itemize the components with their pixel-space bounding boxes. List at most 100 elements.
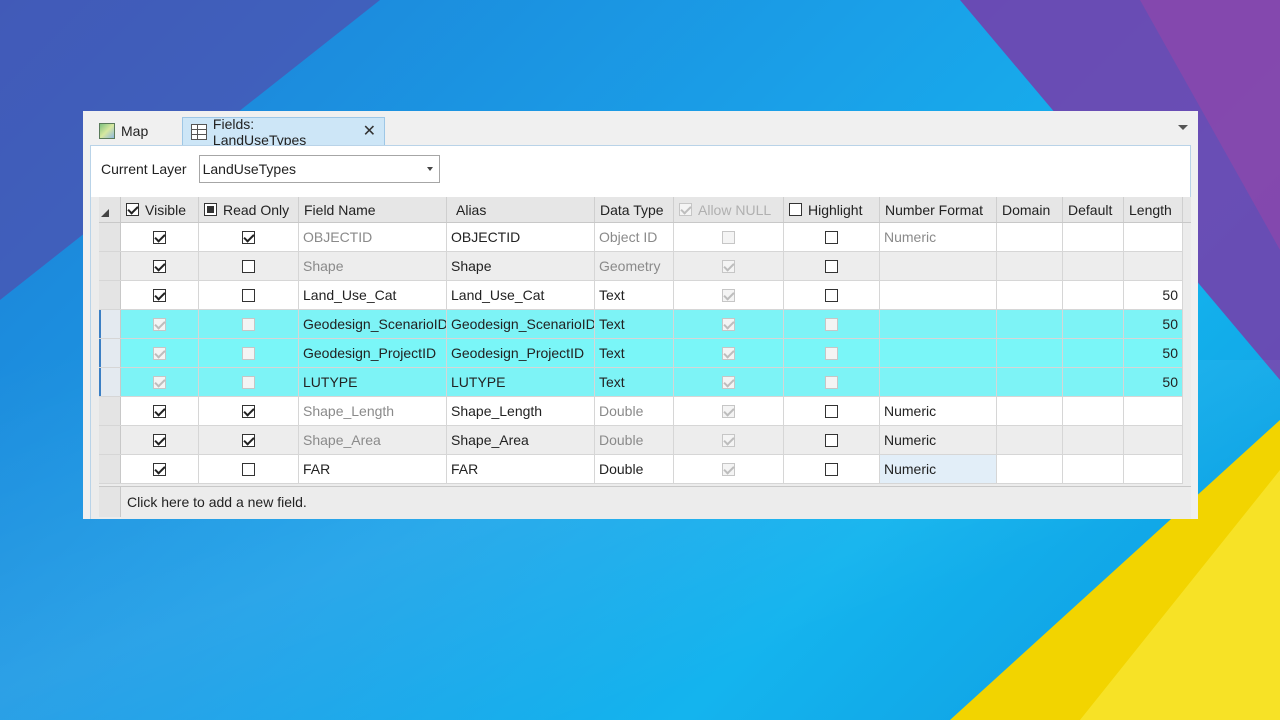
row-header[interactable] <box>99 281 121 309</box>
close-icon[interactable]: ✕ <box>363 123 376 140</box>
table-row[interactable]: Land_Use_Cat Land_Use_Cat Text 50 <box>99 281 1191 310</box>
row-header[interactable] <box>99 252 121 280</box>
number-format-cell[interactable] <box>880 281 997 309</box>
length-cell[interactable] <box>1124 426 1183 454</box>
visible-checkbox[interactable] <box>153 230 166 244</box>
default-cell[interactable] <box>1063 426 1124 454</box>
data-type-cell[interactable]: Text <box>595 339 674 367</box>
data-type-cell[interactable]: Text <box>595 281 674 309</box>
domain-cell[interactable] <box>997 310 1063 338</box>
default-cell[interactable] <box>1063 223 1124 251</box>
domain-cell[interactable] <box>997 339 1063 367</box>
column-header-highlight[interactable]: Highlight <box>784 197 880 222</box>
field-name-cell[interactable]: FAR <box>299 455 447 483</box>
current-layer-dropdown[interactable]: LandUseTypes <box>198 155 440 183</box>
visible-all-checkbox[interactable] <box>126 203 139 216</box>
row-header[interactable] <box>99 223 121 251</box>
length-cell[interactable] <box>1124 455 1183 483</box>
read-only-checkbox[interactable] <box>242 375 255 389</box>
add-field-link[interactable]: Click here to add a new field. <box>121 494 307 510</box>
read-only-all-checkbox[interactable] <box>204 203 217 216</box>
highlight-all-checkbox[interactable] <box>789 203 802 216</box>
alias-cell[interactable]: OBJECTID <box>447 223 595 251</box>
highlight-checkbox[interactable] <box>825 433 838 447</box>
visible-checkbox[interactable] <box>153 462 166 476</box>
data-type-cell[interactable]: Double <box>595 397 674 425</box>
tab-fields[interactable]: Fields: LandUseTypes ✕ <box>182 116 385 148</box>
domain-cell[interactable] <box>997 252 1063 280</box>
column-header-number-format[interactable]: Number Format <box>880 197 997 222</box>
default-cell[interactable] <box>1063 339 1124 367</box>
tab-map[interactable]: Map <box>91 117 175 145</box>
length-cell[interactable] <box>1124 397 1183 425</box>
visible-checkbox[interactable] <box>153 317 166 331</box>
row-header[interactable] <box>99 455 121 483</box>
field-name-cell[interactable]: Shape_Area <box>299 426 447 454</box>
length-cell[interactable]: 50 <box>1124 310 1183 338</box>
number-format-cell[interactable] <box>880 252 997 280</box>
alias-cell[interactable]: Shape_Area <box>447 426 595 454</box>
highlight-checkbox[interactable] <box>825 462 838 476</box>
number-format-cell[interactable]: Numeric <box>880 426 997 454</box>
alias-cell[interactable]: LUTYPE <box>447 368 595 396</box>
visible-checkbox[interactable] <box>153 288 166 302</box>
column-header-data-type[interactable]: Data Type <box>595 197 674 222</box>
number-format-cell[interactable] <box>880 339 997 367</box>
data-type-cell[interactable]: Object ID <box>595 223 674 251</box>
field-name-cell[interactable]: OBJECTID <box>299 223 447 251</box>
field-name-cell[interactable]: Geodesign_ScenarioID <box>299 310 447 338</box>
length-cell[interactable] <box>1124 252 1183 280</box>
table-row-selected[interactable]: Geodesign_ScenarioID Geodesign_ScenarioI… <box>99 310 1191 339</box>
number-format-cell[interactable] <box>880 368 997 396</box>
domain-cell[interactable] <box>997 397 1063 425</box>
number-format-cell[interactable]: Numeric <box>880 223 997 251</box>
domain-cell[interactable] <box>997 223 1063 251</box>
read-only-checkbox[interactable] <box>242 433 255 447</box>
default-cell[interactable] <box>1063 310 1124 338</box>
alias-cell[interactable]: Shape_Length <box>447 397 595 425</box>
default-cell[interactable] <box>1063 368 1124 396</box>
read-only-checkbox[interactable] <box>242 259 255 273</box>
domain-cell[interactable] <box>997 281 1063 309</box>
highlight-checkbox[interactable] <box>825 230 838 244</box>
table-row[interactable]: Shape_Length Shape_Length Double Numeric <box>99 397 1191 426</box>
data-type-cell[interactable]: Double <box>595 455 674 483</box>
alias-cell[interactable]: Geodesign_ProjectID <box>447 339 595 367</box>
column-header-default[interactable]: Default <box>1063 197 1124 222</box>
data-type-cell[interactable]: Double <box>595 426 674 454</box>
table-row[interactable]: OBJECTID OBJECTID Object ID Numeric <box>99 223 1191 252</box>
alias-cell[interactable]: Geodesign_ScenarioID <box>447 310 595 338</box>
column-header-field-name[interactable]: Field Name <box>299 197 447 222</box>
visible-checkbox[interactable] <box>153 346 166 360</box>
default-cell[interactable] <box>1063 281 1124 309</box>
field-name-cell[interactable]: Geodesign_ProjectID <box>299 339 447 367</box>
domain-cell[interactable] <box>997 426 1063 454</box>
select-all-corner[interactable] <box>99 197 121 222</box>
data-type-cell[interactable]: Text <box>595 310 674 338</box>
default-cell[interactable] <box>1063 252 1124 280</box>
highlight-checkbox[interactable] <box>825 317 838 331</box>
row-header[interactable] <box>99 310 121 338</box>
column-header-alias[interactable]: Alias <box>447 197 595 222</box>
read-only-checkbox[interactable] <box>242 230 255 244</box>
table-row-selected[interactable]: LUTYPE LUTYPE Text 50 <box>99 368 1191 397</box>
number-format-cell[interactable] <box>880 310 997 338</box>
highlight-checkbox[interactable] <box>825 259 838 273</box>
length-cell[interactable]: 50 <box>1124 281 1183 309</box>
column-header-length[interactable]: Length <box>1124 197 1183 222</box>
field-name-cell[interactable]: Shape <box>299 252 447 280</box>
table-row[interactable]: FAR FAR Double Numeric <box>99 455 1191 484</box>
read-only-checkbox[interactable] <box>242 317 255 331</box>
length-cell[interactable]: 50 <box>1124 339 1183 367</box>
alias-cell[interactable]: FAR <box>447 455 595 483</box>
length-cell[interactable]: 50 <box>1124 368 1183 396</box>
alias-cell[interactable]: Shape <box>447 252 595 280</box>
visible-checkbox[interactable] <box>153 259 166 273</box>
table-row[interactable]: Shape_Area Shape_Area Double Numeric <box>99 426 1191 455</box>
domain-cell[interactable] <box>997 455 1063 483</box>
highlight-checkbox[interactable] <box>825 346 838 360</box>
table-row[interactable]: Shape Shape Geometry <box>99 252 1191 281</box>
row-header[interactable] <box>99 397 121 425</box>
table-row-selected[interactable]: Geodesign_ProjectID Geodesign_ProjectID … <box>99 339 1191 368</box>
alias-cell[interactable]: Land_Use_Cat <box>447 281 595 309</box>
